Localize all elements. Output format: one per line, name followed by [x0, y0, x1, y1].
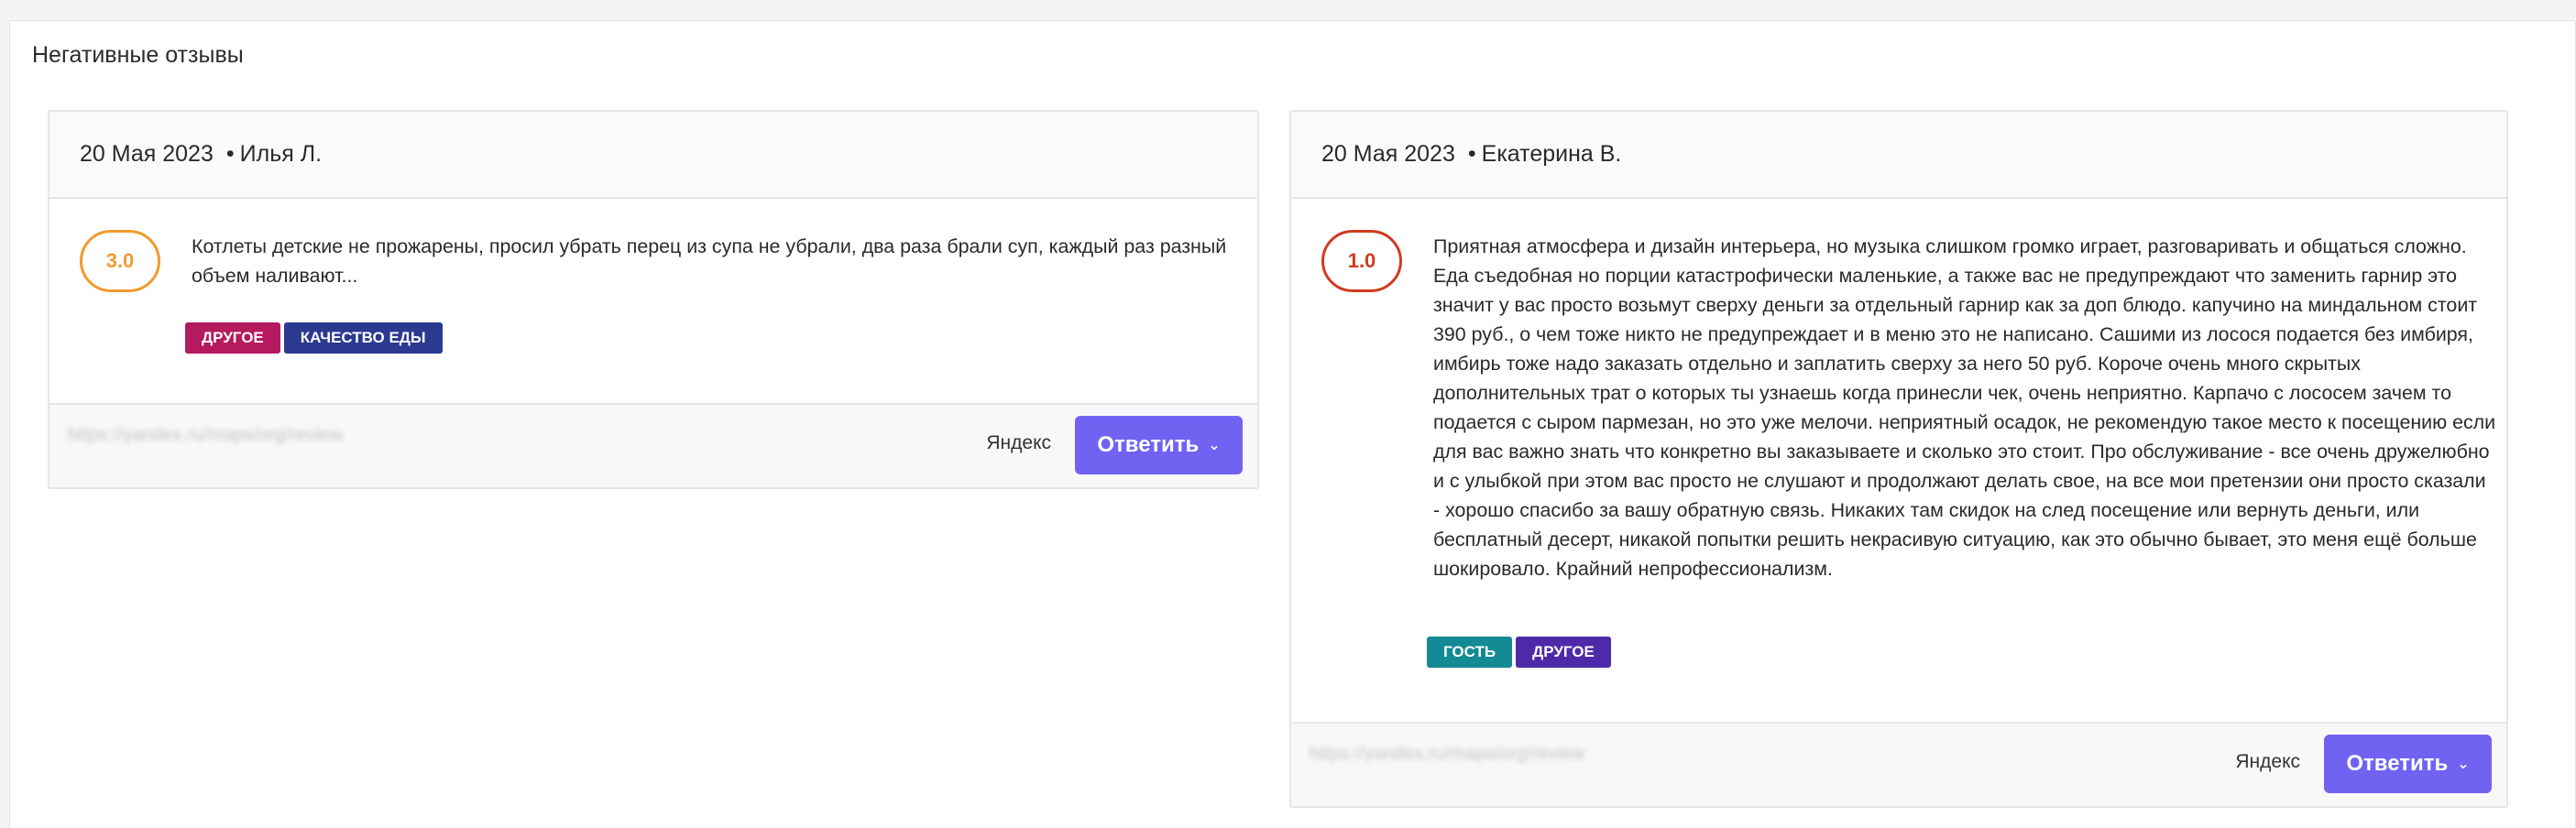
review-source-link[interactable]: https://yandex.ru/maps/org/review — [1310, 744, 1584, 765]
review-card: 20 Мая 2023 • Илья Л. 3.0 Котлеты детски… — [48, 110, 1259, 489]
source-label: Яндекс — [2235, 751, 2300, 772]
reply-button-label: Ответить — [1097, 432, 1200, 457]
tag-list: ГОСТЬ ДРУГОЕ — [1427, 637, 1611, 668]
review-date: 20 Мая 2023 — [1321, 141, 1455, 167]
rating-badge: 1.0 — [1321, 230, 1402, 292]
review-date: 20 Мая 2023 — [80, 141, 214, 167]
review-footer: https://yandex.ru/maps/org/review Яндекс… — [1291, 722, 2506, 806]
review-author: Илья Л. — [239, 141, 323, 167]
review-author: Екатерина В. — [1481, 141, 1622, 167]
tag-food-quality[interactable]: КАЧЕСТВО ЕДЫ — [283, 322, 443, 354]
review-header: 20 Мая 2023 • Илья Л. — [49, 112, 1257, 199]
review-source-link[interactable]: https://yandex.ru/maps/org/review — [68, 425, 343, 446]
section-title: Негативные отзывы — [32, 42, 244, 68]
reply-button[interactable]: Ответить ⌄ — [2324, 735, 2492, 793]
tag-guest[interactable]: ГОСТЬ — [1427, 637, 1513, 668]
tag-list: ДРУГОЕ КАЧЕСТВО ЕДЫ — [185, 322, 443, 354]
reply-button[interactable]: Ответить ⌄ — [1075, 416, 1243, 474]
chevron-down-icon: ⌄ — [1208, 438, 1221, 453]
separator-dot: • — [225, 141, 235, 167]
tag-other[interactable]: ДРУГОЕ — [185, 322, 280, 354]
source-label: Яндекс — [986, 432, 1051, 453]
reply-button-label: Ответить — [2346, 751, 2449, 776]
separator-dot: • — [1467, 141, 1476, 167]
tag-other[interactable]: ДРУГОЕ — [1516, 637, 1611, 668]
review-footer: https://yandex.ru/maps/org/review Яндекс… — [49, 403, 1257, 487]
review-text: Приятная атмосфера и дизайн интерьера, н… — [1433, 235, 2496, 580]
review-text: Котлеты детские не прожарены, просил убр… — [192, 235, 1227, 287]
review-header: 20 Мая 2023 • Екатерина В. — [1291, 112, 2506, 199]
chevron-down-icon: ⌄ — [2457, 757, 2470, 772]
review-card: 20 Мая 2023 • Екатерина В. 1.0 Приятная … — [1289, 110, 2508, 808]
rating-badge: 3.0 — [80, 230, 160, 292]
